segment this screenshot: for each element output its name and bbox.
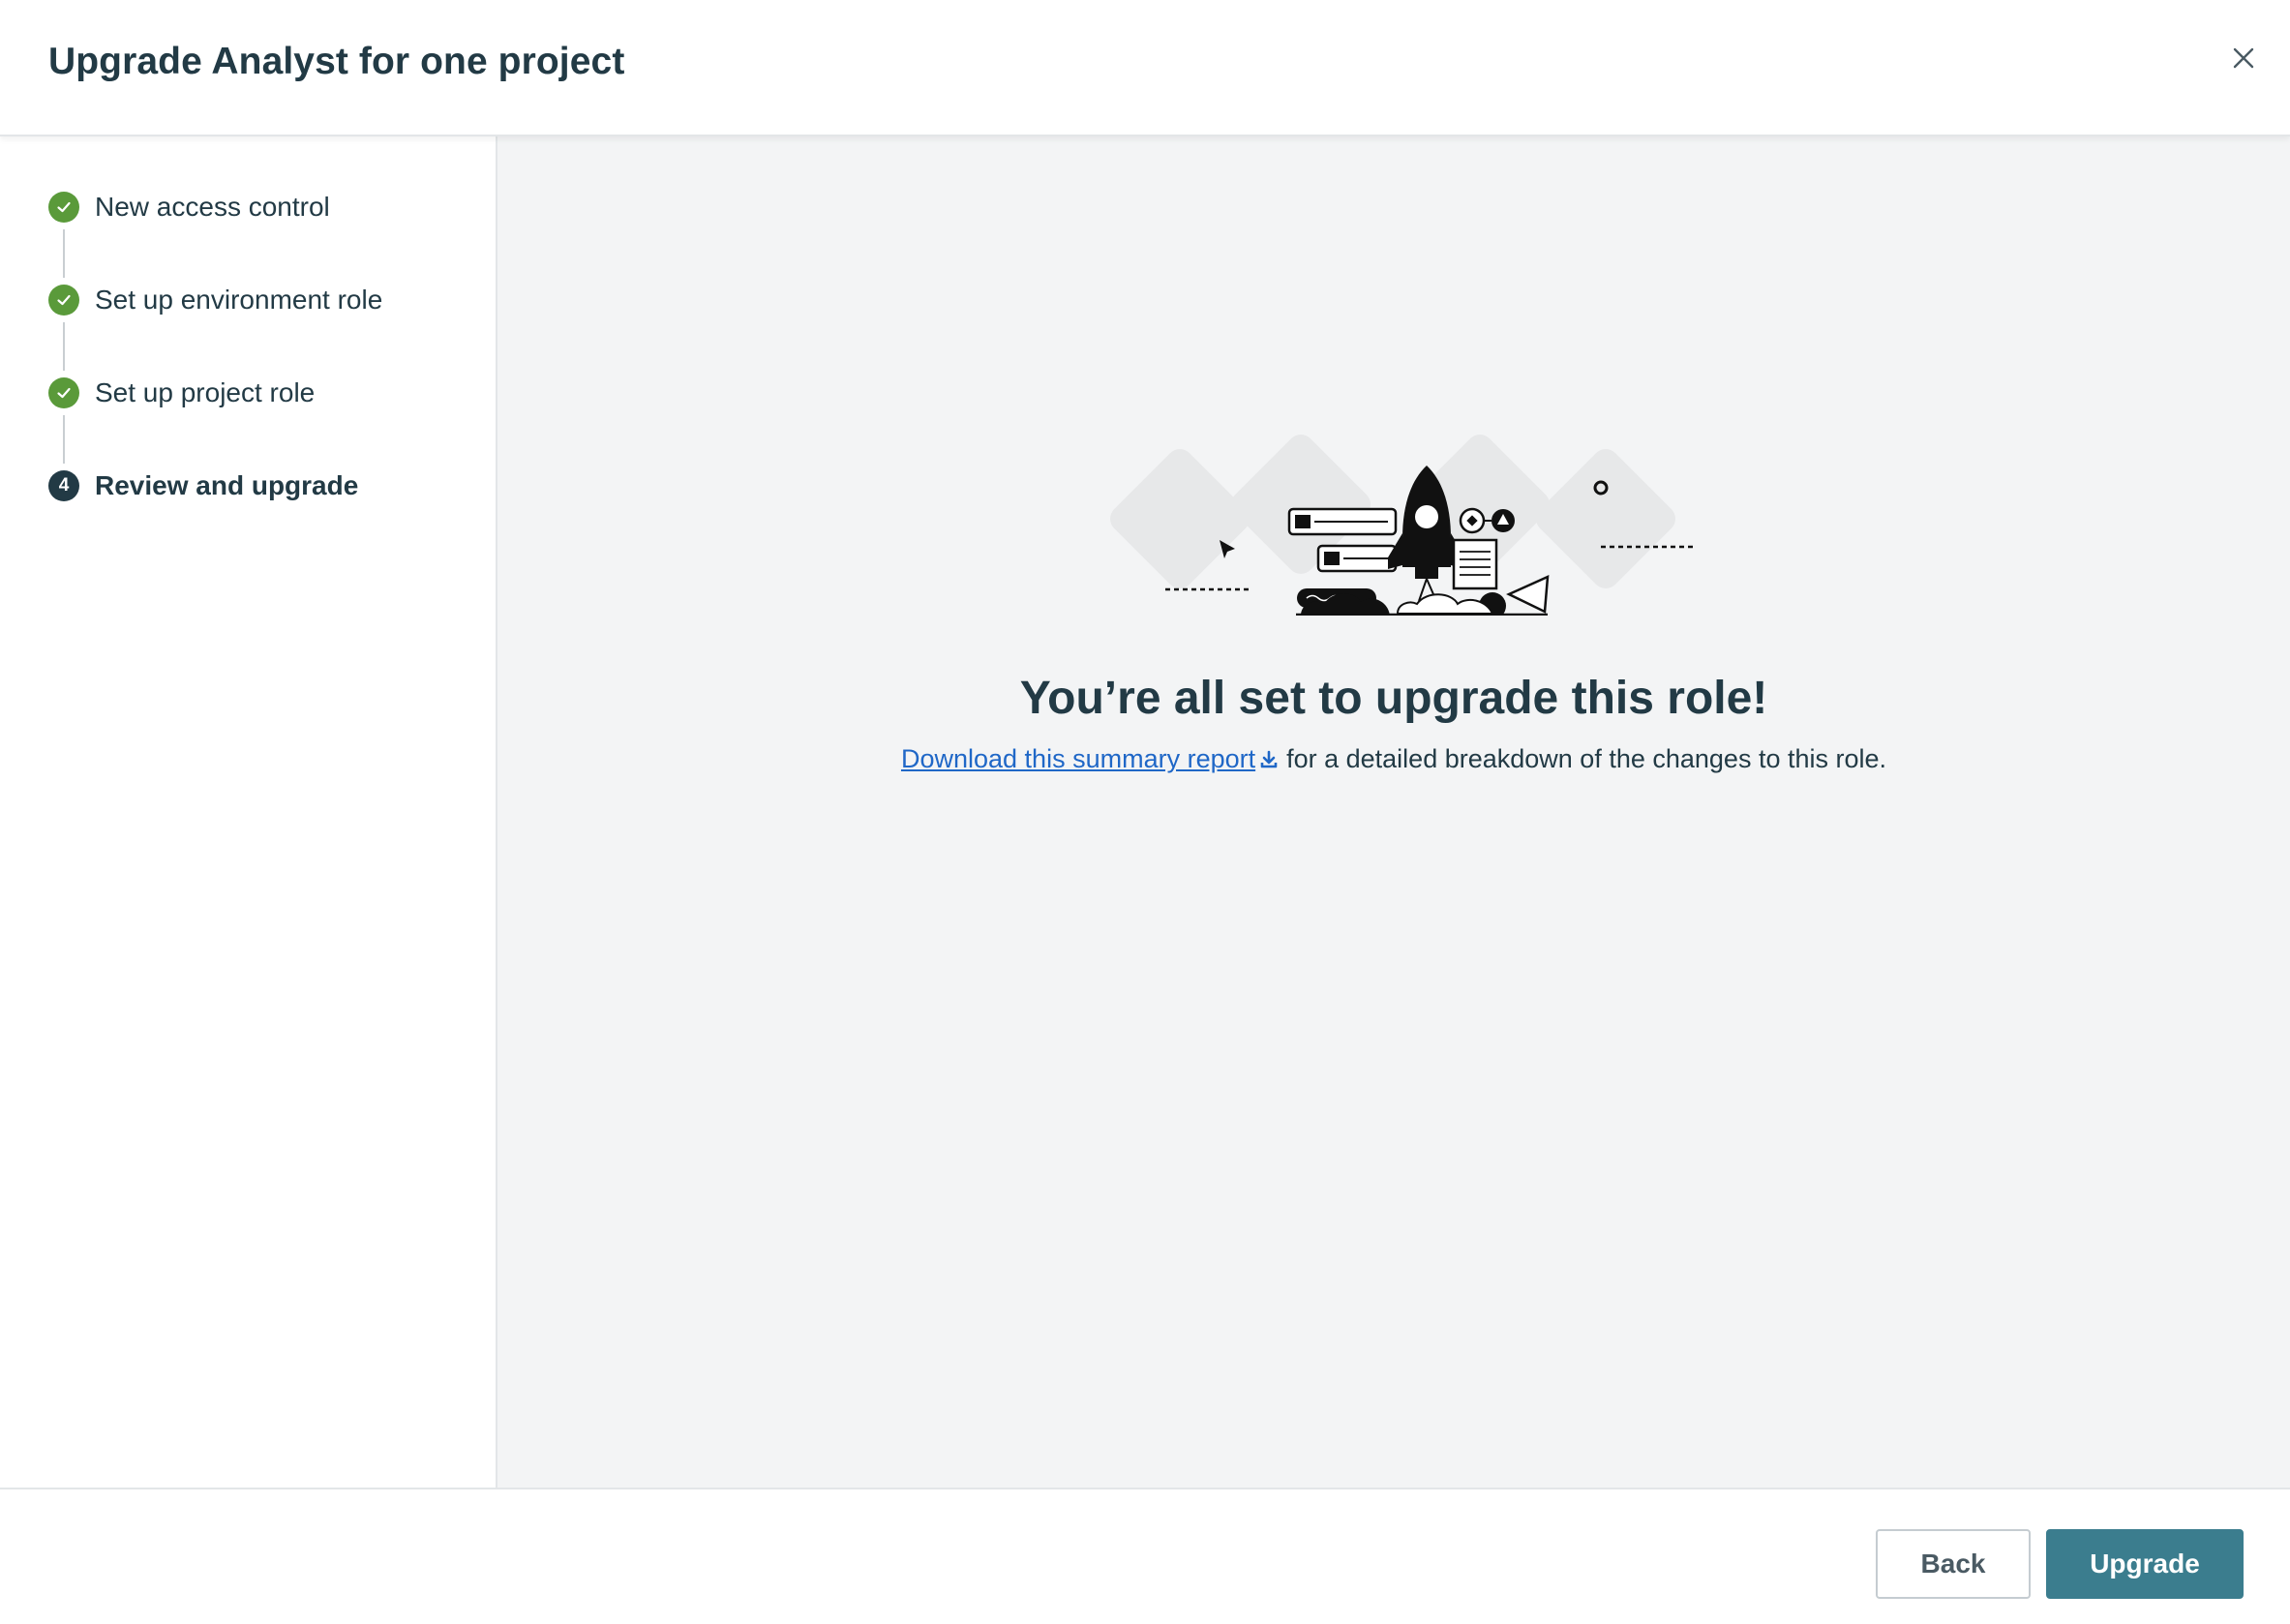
close-icon [2233, 47, 2254, 69]
download-summary-link[interactable]: Download this summary report [901, 744, 1255, 773]
upgrade-button[interactable]: Upgrade [2046, 1529, 2244, 1599]
review-content: You’re all set to upgrade this role! Dow… [497, 136, 2290, 1488]
modal-footer: Back Upgrade [0, 1488, 2290, 1624]
step-connector [63, 322, 65, 371]
check-icon [48, 377, 79, 408]
back-button[interactable]: Back [1876, 1529, 2031, 1599]
summary-description: Download this summary report for a detai… [497, 744, 2290, 774]
description-text: for a detailed breakdown of the changes … [1286, 744, 1887, 773]
step-connector [63, 415, 65, 464]
step-label: New access control [95, 192, 330, 222]
check-icon [48, 192, 79, 223]
upgrade-role-modal: Upgrade Analyst for one project New acce… [0, 0, 2290, 1624]
rocket-launch-illustration [1110, 435, 1693, 616]
step-label: Review and upgrade [95, 470, 359, 500]
success-headline: You’re all set to upgrade this role! [1019, 673, 1768, 724]
step-new-access-control: New access control [48, 190, 330, 225]
check-icon [48, 285, 79, 316]
step-review-and-upgrade: 4 Review and upgrade [48, 468, 358, 503]
download-icon[interactable] [1259, 750, 1279, 769]
step-project-role: Set up project role [48, 376, 315, 410]
step-label: Set up project role [95, 377, 316, 407]
stepper-sidebar: New access control Set up environment ro… [0, 136, 497, 1488]
step-label: Set up environment role [95, 285, 383, 315]
step-environment-role: Set up environment role [48, 283, 382, 317]
close-button[interactable] [2222, 37, 2265, 79]
step-connector [63, 229, 65, 278]
step-number-badge: 4 [48, 470, 79, 501]
modal-title: Upgrade Analyst for one project [48, 41, 625, 82]
modal-header: Upgrade Analyst for one project [0, 0, 2290, 136]
